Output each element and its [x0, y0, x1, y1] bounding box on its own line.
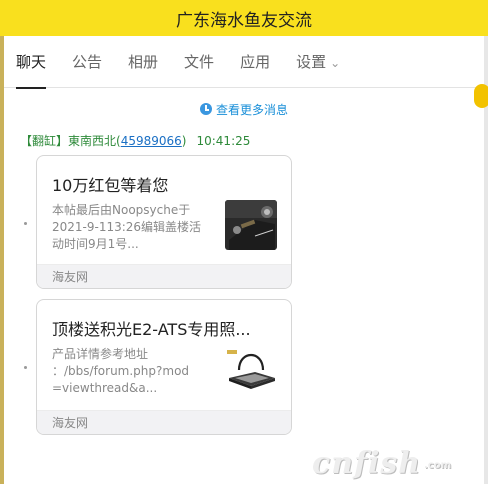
share-card-source: 海友网 — [37, 264, 291, 288]
side-panel-toggle-icon[interactable] — [474, 84, 488, 108]
view-more-messages-label: 查看更多消息 — [216, 102, 289, 117]
qq-paren-close: ) — [181, 134, 187, 148]
message-header: 【翻缸】東南西北(45989066) 10:41:25 — [20, 132, 250, 149]
window-title: 广东海水鱼友交流 — [176, 10, 312, 31]
share-card-thumbnail — [225, 200, 277, 250]
message-time: 10:41:25 — [196, 134, 251, 148]
share-card-description: 产品详情参考地址 ：/bbs/forum.php?mod =viewthread… — [52, 347, 190, 395]
tab-apps[interactable]: 应用 — [240, 36, 270, 88]
view-more-messages-link[interactable]: 查看更多消息 — [200, 100, 288, 118]
tab-bar: 聊天 公告 相册 文件 应用 设置 ⌄ — [4, 36, 488, 108]
tab-album[interactable]: 相册 — [128, 36, 158, 88]
message-marker — [24, 366, 27, 369]
watermark-suffix: .com — [424, 460, 452, 471]
share-card-title: 顶楼送积光E2-ATS专用照... — [52, 320, 251, 339]
share-card-thumbnail — [225, 344, 277, 394]
share-card-description: 本帖最后由Noopsyche于2021-9-113:26编辑盖楼活动时间9月1号… — [52, 203, 202, 251]
message-tag: 【翻缸】 — [20, 134, 69, 148]
share-card-title: 10万红包等着您 — [52, 176, 169, 195]
share-card-source: 海友网 — [37, 410, 291, 434]
sender-qq-link[interactable]: 45989066 — [121, 134, 182, 148]
watermark-logo: cnfish — [312, 446, 422, 481]
chevron-down-icon: ⌄ — [330, 55, 341, 70]
tab-files[interactable]: 文件 — [184, 36, 214, 88]
left-edge — [0, 36, 4, 484]
clock-icon — [200, 103, 212, 115]
share-card[interactable]: 10万红包等着您 本帖最后由Noopsyche于2021-9-113:26编辑盖… — [36, 155, 292, 289]
sender-name[interactable]: 東南西北 — [68, 134, 116, 148]
share-card[interactable]: 顶楼送积光E2-ATS专用照... 产品详情参考地址 ：/bbs/forum.p… — [36, 299, 292, 435]
message-marker — [24, 222, 27, 225]
window-title-bar: 广东海水鱼友交流 — [0, 0, 488, 36]
tab-settings[interactable]: 设置 ⌄ — [296, 36, 340, 88]
tab-chat[interactable]: 聊天 — [16, 36, 47, 89]
tab-announcements[interactable]: 公告 — [72, 36, 102, 88]
